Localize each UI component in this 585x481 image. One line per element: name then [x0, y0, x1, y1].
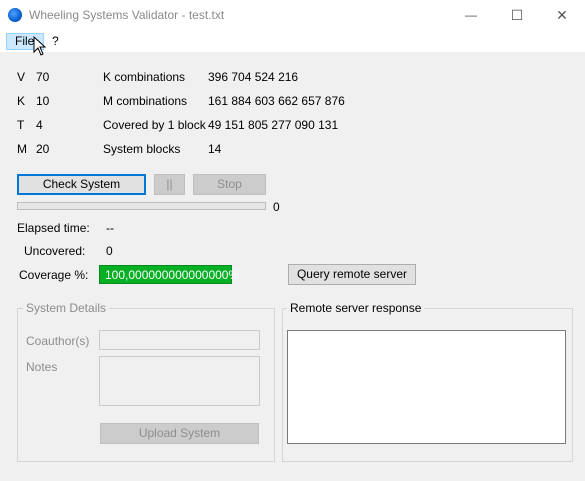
stop-button[interactable]: Stop	[193, 174, 266, 195]
param-key-v: V	[17, 70, 26, 84]
param-value-m: 20	[36, 142, 50, 156]
elapsed-time-label: Elapsed time:	[17, 221, 90, 235]
notes-label: Notes	[26, 360, 58, 374]
coverage-label: Coverage %:	[19, 268, 89, 282]
upload-system-button[interactable]: Upload System	[100, 423, 259, 444]
param-key-m: M	[17, 142, 27, 156]
remote-response-legend: Remote server response	[287, 301, 425, 315]
value-covered-by-block: 49 151 805 277 090 131	[208, 118, 339, 132]
uncovered-label: Uncovered:	[24, 244, 86, 258]
value-m-combinations: 161 884 603 662 657 876	[208, 94, 345, 108]
value-system-blocks: 14	[208, 142, 222, 156]
minimize-icon: —	[465, 8, 477, 22]
remote-response-textbox[interactable]	[287, 330, 566, 444]
close-button[interactable]: ✕	[539, 0, 585, 30]
close-icon: ✕	[556, 6, 568, 23]
app-icon	[8, 8, 22, 22]
system-details-legend: System Details	[23, 301, 110, 315]
param-key-t: T	[17, 118, 25, 132]
progress-bar	[17, 202, 266, 210]
maximize-icon: ☐	[510, 6, 524, 23]
query-remote-server-button[interactable]: Query remote server	[288, 264, 416, 285]
value-k-combinations: 396 704 524 216	[208, 70, 299, 84]
param-value-k: 10	[36, 94, 50, 108]
param-key-k: K	[17, 94, 26, 108]
param-value-t: 4	[36, 118, 43, 132]
pause-button[interactable]: ||	[154, 174, 185, 195]
menu-help[interactable]: ?	[52, 34, 59, 48]
elapsed-time-value: --	[106, 221, 114, 235]
progress-value: 0	[273, 200, 280, 214]
coauthors-input[interactable]	[99, 330, 260, 350]
notes-textarea[interactable]	[99, 356, 260, 406]
label-m-combinations: M combinations	[103, 94, 188, 108]
menu-bar	[0, 30, 585, 52]
check-system-button[interactable]: Check System	[17, 174, 146, 195]
coauthors-label: Coauthor(s)	[26, 334, 90, 348]
label-k-combinations: K combinations	[103, 70, 186, 84]
label-covered-by-block: Covered by 1 block	[103, 118, 206, 132]
coverage-value: 100,000000000000000%	[99, 265, 239, 284]
window-title: Wheeling Systems Validator - test.txt	[29, 8, 225, 22]
mouse-cursor-icon	[33, 36, 47, 56]
minimize-button[interactable]: —	[448, 0, 494, 30]
param-value-v: 70	[36, 70, 50, 84]
uncovered-value: 0	[106, 244, 113, 258]
maximize-button[interactable]: ☐	[494, 0, 540, 30]
label-system-blocks: System blocks	[103, 142, 181, 156]
